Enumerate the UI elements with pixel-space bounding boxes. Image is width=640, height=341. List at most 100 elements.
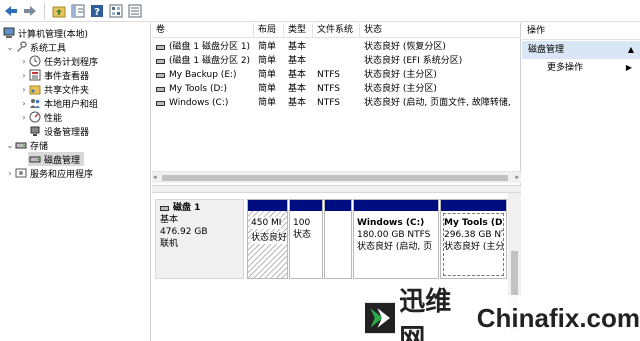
disk-name: 磁盘 1 — [173, 203, 201, 213]
partition-recovery[interactable]: 450 MI 状态良好 — [247, 199, 288, 279]
volume-list-header: 卷 布局 类型 文件系统 状态 — [152, 23, 521, 38]
cell-layout: 简单 — [258, 70, 277, 80]
table-row[interactable]: My Tools (D:) 简单 基本 NTFS 状态良好 (主分区) — [152, 82, 521, 96]
toolbar-separator — [44, 2, 45, 19]
svg-text:?: ? — [94, 7, 100, 18]
tree-label: 本地用户和组 — [44, 99, 99, 110]
tree-item-device-manager[interactable]: 设备管理器 — [28, 124, 89, 138]
scrollbar-thumb[interactable] — [162, 175, 508, 181]
cell-status: 状态良好 (主分区) — [364, 84, 437, 94]
shared-folder-icon — [29, 83, 41, 95]
tree-label: 系统工具 — [30, 43, 67, 54]
watermark-chinese: 迅维网 — [399, 287, 452, 341]
chevron-right-icon[interactable]: › — [20, 68, 28, 82]
forward-icon[interactable] — [22, 3, 38, 19]
show-hide-tree-icon[interactable] — [70, 3, 86, 19]
column-header-type[interactable]: 类型 — [284, 23, 313, 38]
chevron-right-icon[interactable]: › — [20, 54, 28, 68]
table-row[interactable]: (磁盘 1 磁盘分区 2) 简单 基本 状态良好 (EFI 系统分区) — [152, 54, 521, 68]
chevron-right-icon[interactable]: › — [20, 96, 28, 110]
tree-item-services-apps[interactable]: › 服务和应用程序 — [6, 166, 93, 180]
cell-volume: My Backup (E:) — [152, 68, 254, 82]
partition-status: 状态良好 (启动, 页 — [357, 242, 433, 252]
cell-volume: (磁盘 1 磁盘分区 2) — [152, 54, 254, 68]
column-header-status[interactable]: 状态 — [360, 23, 521, 38]
volume-name: (磁盘 1 磁盘分区 2) — [169, 56, 251, 66]
partition-backup[interactable] — [324, 199, 352, 279]
scroll-left-icon[interactable]: ◂ — [153, 173, 157, 181]
tree-label: 事件查看器 — [44, 71, 90, 82]
view-icon[interactable] — [127, 3, 143, 19]
back-icon[interactable] — [3, 3, 19, 19]
table-row[interactable]: (磁盘 1 磁盘分区 1) 简单 基本 状态良好 (恢复分区) — [152, 40, 521, 54]
tree-item-disk-management[interactable]: 磁盘管理 — [28, 152, 85, 166]
console-tree: 计算机管理(本地) ⌄ 系统工具 › 任务计划程序 › 事件查看器 › 共享文件… — [0, 23, 151, 341]
chevron-right-icon[interactable]: › — [20, 82, 28, 96]
more-actions-item[interactable]: 更多操作 ▶ — [522, 59, 640, 77]
chevron-up-icon[interactable]: ▲ — [628, 41, 634, 59]
volume-name: My Backup (E:) — [169, 70, 237, 80]
column-header-layout[interactable]: 布局 — [254, 23, 284, 38]
cell-filesystem: NTFS — [317, 70, 340, 80]
watermark-logo-icon — [365, 302, 396, 334]
tree-label: 设备管理器 — [44, 127, 90, 138]
action-pane-title: 操作 — [522, 23, 640, 40]
cell-status: 状态良好 (EFI 系统分区) — [364, 56, 463, 66]
cell-layout: 简单 — [258, 98, 277, 108]
partition-status: 状态良好 (主分区) — [444, 242, 503, 252]
users-icon — [29, 97, 41, 109]
partition-windows-c[interactable]: Windows (C:) 180.00 GB NTFS 状态良好 (启动, 页 — [353, 199, 439, 279]
action-section-disk-management[interactable]: 磁盘管理 ▲ — [522, 41, 640, 59]
column-header-filesystem[interactable]: 文件系统 — [313, 23, 360, 38]
up-folder-icon[interactable] — [51, 3, 67, 19]
cell-layout: 简单 — [258, 84, 277, 94]
scroll-right-icon[interactable]: ▸ — [515, 173, 519, 181]
pane-splitter[interactable] — [152, 185, 521, 193]
chevron-right-icon[interactable]: › — [6, 166, 14, 180]
partition-bar — [441, 200, 506, 211]
cell-type: 基本 — [288, 98, 307, 108]
disk-info[interactable]: 磁盘 1 基本 476.92 GB 联机 — [155, 199, 244, 279]
tree-item-performance[interactable]: › 性能 — [20, 110, 62, 124]
partition-size: 180.00 GB NTFS — [357, 230, 431, 240]
partition-title: My Tools (D:) — [444, 218, 503, 228]
cell-type: 基本 — [288, 42, 307, 52]
volume-icon — [156, 86, 165, 92]
properties-icon[interactable] — [108, 3, 124, 19]
cell-filesystem: NTFS — [317, 98, 340, 108]
partition-mytools-d[interactable]: My Tools (D:) 296.38 GB NTFS 状态良好 (主分区) — [440, 199, 507, 279]
partition-size: 450 MI — [251, 217, 282, 229]
disk-name-row: 磁盘 1 — [160, 202, 239, 214]
tools-icon — [15, 41, 27, 53]
chevron-down-icon[interactable]: ⌄ — [6, 40, 14, 54]
partition-efi[interactable]: 100 状态 — [289, 199, 323, 279]
disk-icon — [160, 205, 169, 211]
table-row[interactable]: My Backup (E:) 简单 基本 NTFS 状态良好 (主分区) — [152, 68, 521, 82]
tree-item-shared-folders[interactable]: › 共享文件夹 — [20, 82, 89, 96]
chevron-down-icon[interactable]: ⌄ — [6, 138, 14, 152]
chevron-right-icon[interactable]: › — [20, 110, 28, 124]
volume-name: My Tools (D:) — [169, 84, 227, 94]
cell-filesystem — [313, 40, 360, 54]
cell-filesystem — [313, 54, 360, 68]
table-row[interactable]: Windows (C:) 简单 基本 NTFS 状态良好 (启动, 页面文件, … — [152, 96, 521, 110]
tree-item-event-viewer[interactable]: › 事件查看器 — [20, 68, 89, 82]
horizontal-scrollbar[interactable]: ◂ ▸ — [152, 171, 521, 183]
volume-icon — [156, 100, 165, 106]
help-icon[interactable]: ? — [89, 3, 105, 19]
submenu-arrow-icon: ▶ — [625, 63, 632, 72]
disk-size: 476.92 GB — [160, 227, 208, 237]
tree-item-local-users[interactable]: › 本地用户和组 — [20, 96, 98, 110]
tree-item-root[interactable]: 计算机管理(本地) — [2, 26, 88, 40]
cell-layout: 简单 — [258, 56, 277, 66]
column-header-volume[interactable]: 卷 — [152, 23, 254, 38]
device-manager-icon — [29, 125, 41, 137]
cell-status: 状态良好 (恢复分区) — [364, 42, 446, 52]
disk-state: 联机 — [160, 239, 179, 249]
tree-item-task-scheduler[interactable]: › 任务计划程序 — [20, 54, 98, 68]
tree-label: 性能 — [44, 113, 63, 124]
tree-item-storage[interactable]: ⌄ 存储 — [6, 138, 48, 152]
tree-item-system-tools[interactable]: ⌄ 系统工具 — [6, 40, 66, 54]
cell-type: 基本 — [288, 70, 307, 80]
tree-label: 任务计划程序 — [44, 57, 99, 68]
